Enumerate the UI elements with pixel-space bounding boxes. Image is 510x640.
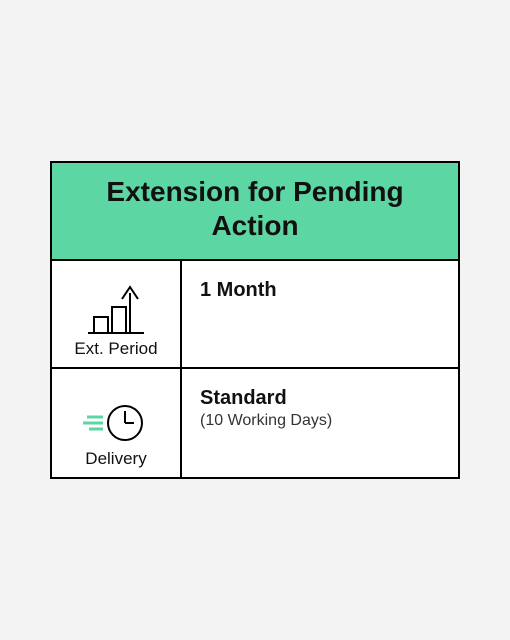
ext-period-value: 1 Month xyxy=(200,279,448,302)
ext-period-row: Ext. Period 1 Month xyxy=(52,261,458,369)
delivery-value: Standard xyxy=(200,387,448,410)
chart-arrow-icon xyxy=(82,283,150,337)
card-title: Extension for Pending Action xyxy=(60,175,450,242)
ext-period-value-cell: 1 Month xyxy=(182,261,458,367)
extension-card: Extension for Pending Action Ext. Period… xyxy=(50,161,460,478)
delivery-value-cell: Standard (10 Working Days) xyxy=(182,369,458,477)
fast-clock-icon xyxy=(77,399,155,447)
delivery-icon-cell: Delivery xyxy=(52,369,182,477)
ext-period-icon-cell: Ext. Period xyxy=(52,261,182,367)
ext-period-label: Ext. Period xyxy=(74,339,157,359)
delivery-row: Delivery Standard (10 Working Days) xyxy=(52,369,458,477)
card-header: Extension for Pending Action xyxy=(52,163,458,260)
delivery-label: Delivery xyxy=(85,449,146,469)
delivery-subvalue: (10 Working Days) xyxy=(200,412,448,430)
